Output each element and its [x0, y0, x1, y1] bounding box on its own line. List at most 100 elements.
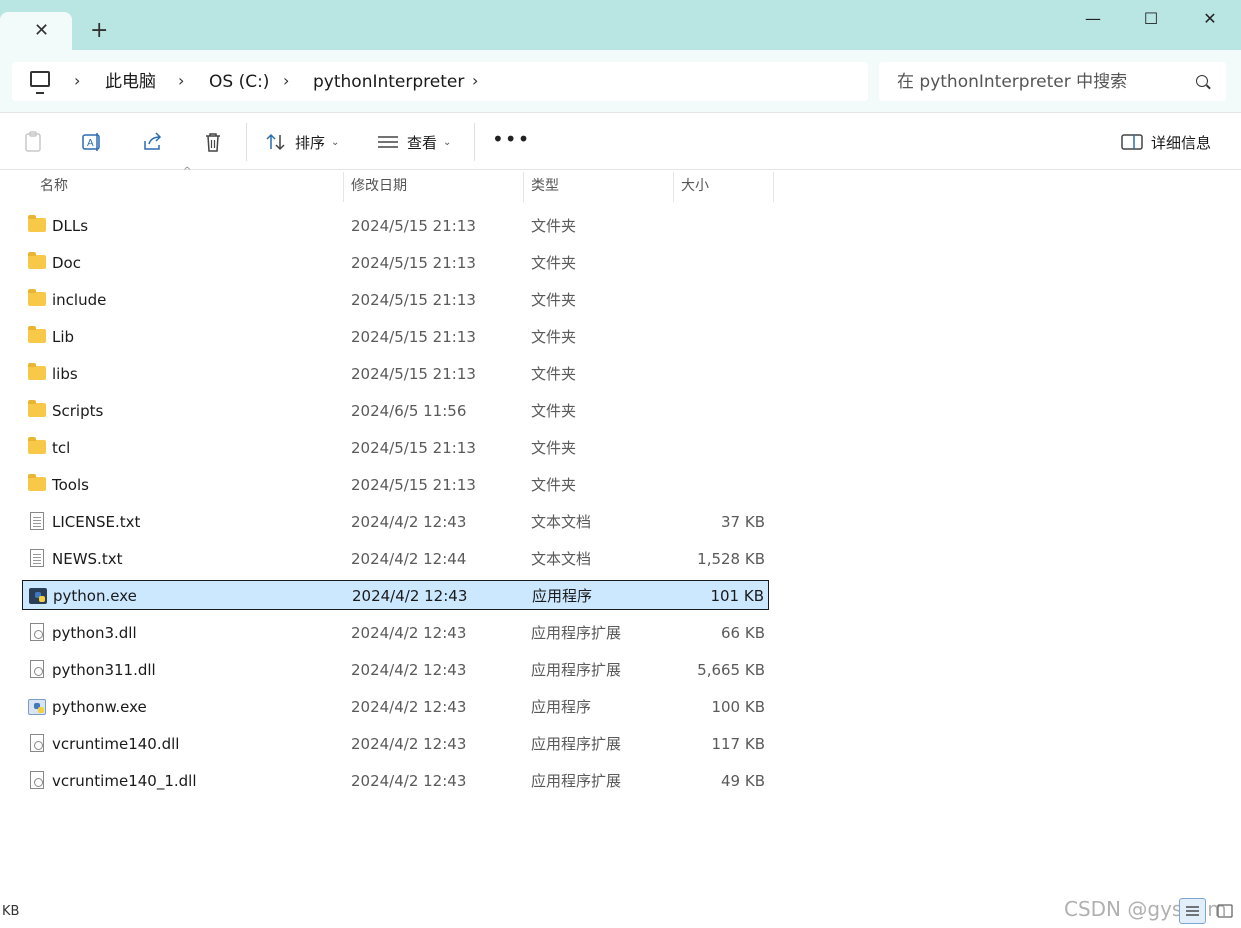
breadcrumb-this-pc[interactable]: 此电脑	[105, 71, 156, 93]
chevron-right-icon[interactable]: ›	[74, 70, 80, 92]
new-tab-button[interactable]: +	[90, 18, 108, 44]
file-row[interactable]: python3.dll 2024/4/2 12:43 应用程序扩展 66 KB	[22, 618, 769, 648]
chevron-right-icon[interactable]: ›	[178, 70, 184, 92]
file-type: 文件夹	[531, 328, 577, 346]
search-icon[interactable]	[1196, 75, 1208, 87]
details-view-button[interactable]	[1179, 898, 1206, 924]
file-size: 100 KB	[711, 698, 765, 716]
minimize-button[interactable]: —	[1078, 8, 1108, 30]
tiles-view-button[interactable]	[1212, 898, 1238, 924]
file-date: 2024/5/15 21:13	[351, 328, 476, 346]
file-name: Lib	[52, 328, 75, 346]
file-row[interactable]: vcruntime140_1.dll 2024/4/2 12:43 应用程序扩展…	[22, 766, 769, 796]
view-icon	[378, 136, 398, 148]
file-name: include	[52, 291, 107, 309]
file-row-selected[interactable]: python.exe 2024/4/2 12:43 应用程序 101 KB	[22, 580, 769, 610]
file-name: python.exe	[53, 587, 137, 605]
sort-ascending-icon: ^	[183, 166, 192, 177]
file-date: 2024/5/15 21:13	[351, 476, 476, 494]
python-exe-icon	[29, 588, 47, 604]
details-pane-button[interactable]: 详细信息	[1121, 128, 1211, 156]
dll-file-icon	[30, 660, 44, 678]
paste-icon[interactable]	[20, 129, 46, 155]
address-row: › 此电脑 › OS (C:) › pythonInterpreter › 在 …	[0, 50, 1241, 112]
close-tab-icon[interactable]: ✕	[34, 20, 49, 42]
file-date: 2024/5/15 21:13	[351, 217, 476, 235]
folder-icon	[28, 363, 46, 380]
file-name: vcruntime140_1.dll	[52, 772, 197, 790]
file-type: 文件夹	[531, 402, 577, 420]
file-row[interactable]: DLLs 2024/5/15 21:13 文件夹	[22, 211, 769, 241]
sort-icon	[266, 133, 285, 151]
file-type: 文本文档	[531, 550, 592, 568]
file-name: python311.dll	[52, 661, 156, 679]
chevron-down-icon: ⌄	[443, 136, 452, 148]
title-bar: ✕ + — ☐ ✕	[0, 0, 1241, 50]
maximize-button[interactable]: ☐	[1136, 8, 1166, 30]
file-row[interactable]: python311.dll 2024/4/2 12:43 应用程序扩展 5,66…	[22, 655, 769, 685]
column-header-size[interactable]: 大小	[675, 172, 773, 202]
column-divider[interactable]	[343, 172, 344, 202]
chevron-down-icon: ⌄	[331, 136, 340, 148]
file-row[interactable]: tcl 2024/5/15 21:13 文件夹	[22, 433, 769, 463]
file-row[interactable]: vcruntime140.dll 2024/4/2 12:43 应用程序扩展 1…	[22, 729, 769, 759]
file-name: vcruntime140.dll	[52, 735, 180, 753]
file-row[interactable]: NEWS.txt 2024/4/2 12:44 文本文档 1,528 KB	[22, 544, 769, 574]
more-options-button[interactable]: •••	[492, 127, 530, 151]
file-date: 2024/5/15 21:13	[351, 291, 476, 309]
dll-file-icon	[30, 771, 44, 789]
file-row[interactable]: Doc 2024/5/15 21:13 文件夹	[22, 248, 769, 278]
column-divider[interactable]	[523, 172, 524, 202]
file-name: python3.dll	[52, 624, 137, 642]
file-date: 2024/4/2 12:43	[351, 735, 467, 753]
column-divider[interactable]	[673, 172, 674, 202]
view-label: 查看	[407, 133, 438, 152]
file-name: Doc	[52, 254, 81, 272]
file-type: 文本文档	[531, 513, 592, 531]
chevron-right-icon[interactable]: ›	[283, 70, 289, 92]
address-bar[interactable]: › 此电脑 › OS (C:) › pythonInterpreter ›	[12, 62, 868, 101]
file-date: 2024/5/15 21:13	[351, 439, 476, 457]
computer-icon[interactable]	[30, 71, 50, 94]
file-name: Tools	[52, 476, 89, 494]
tiles-view-icon	[1217, 904, 1233, 918]
file-row[interactable]: pythonw.exe 2024/4/2 12:43 应用程序 100 KB	[22, 692, 769, 722]
file-row[interactable]: LICENSE.txt 2024/4/2 12:43 文本文档 37 KB	[22, 507, 769, 537]
file-type: 应用程序扩展	[531, 772, 622, 790]
column-header-type[interactable]: 类型	[525, 172, 673, 202]
column-header-date[interactable]: 修改日期	[345, 172, 523, 202]
file-row[interactable]: libs 2024/5/15 21:13 文件夹	[22, 359, 769, 389]
command-bar: A 排序 ⌄ 查看 ⌄ ••• 详细信息	[0, 112, 1241, 170]
search-input[interactable]: 在 pythonInterpreter 中搜索	[879, 62, 1226, 101]
share-icon[interactable]	[140, 129, 166, 155]
file-row[interactable]: Tools 2024/5/15 21:13 文件夹	[22, 470, 769, 500]
breadcrumb-os-c[interactable]: OS (C:)	[209, 71, 269, 93]
file-row[interactable]: Scripts 2024/6/5 11:56 文件夹	[22, 396, 769, 426]
delete-icon[interactable]	[200, 129, 226, 155]
file-date: 2024/4/2 12:43	[352, 587, 468, 605]
view-button[interactable]: 查看 ⌄	[377, 128, 451, 156]
file-size: 49 KB	[721, 772, 765, 790]
details-pane-icon	[1121, 134, 1143, 150]
file-name: DLLs	[52, 217, 89, 235]
file-date: 2024/4/2 12:43	[351, 772, 467, 790]
file-type: 文件夹	[531, 439, 577, 457]
file-size: 1,528 KB	[697, 550, 765, 568]
file-type: 文件夹	[531, 476, 577, 494]
close-window-button[interactable]: ✕	[1195, 8, 1225, 30]
chevron-right-icon[interactable]: ›	[472, 70, 478, 92]
file-row[interactable]: Lib 2024/5/15 21:13 文件夹	[22, 322, 769, 352]
details-view-icon	[1186, 906, 1199, 916]
file-name: LICENSE.txt	[52, 513, 141, 531]
rename-icon[interactable]: A	[79, 129, 105, 155]
file-size: 66 KB	[721, 624, 765, 642]
file-type: 应用程序	[531, 698, 592, 716]
file-type: 应用程序扩展	[531, 735, 622, 753]
file-row[interactable]: include 2024/5/15 21:13 文件夹	[22, 285, 769, 315]
dll-file-icon	[30, 734, 44, 752]
breadcrumb-pythoninterpreter[interactable]: pythonInterpreter	[313, 71, 464, 93]
column-divider[interactable]	[773, 172, 774, 202]
file-name: NEWS.txt	[52, 550, 123, 568]
file-type: 应用程序扩展	[531, 661, 622, 679]
sort-button[interactable]: 排序 ⌄	[265, 128, 339, 156]
